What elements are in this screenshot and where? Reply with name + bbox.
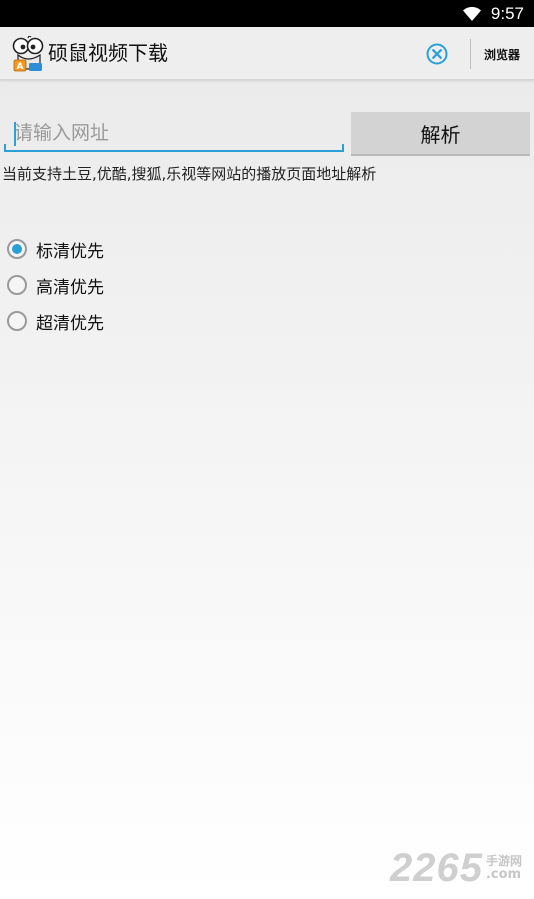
watermark-domain: .com	[485, 867, 522, 882]
radio-button-icon	[7, 275, 27, 295]
radio-hd-first[interactable]: 高清优先	[7, 267, 104, 303]
radio-button-icon	[7, 239, 27, 259]
app-title: 硕鼠视频下载	[48, 41, 168, 65]
browser-button[interactable]: 浏览器	[476, 41, 528, 67]
url-input[interactable]	[4, 110, 344, 150]
wifi-icon	[462, 6, 481, 21]
text-cursor	[14, 122, 16, 146]
action-bar-divider	[470, 39, 471, 69]
watermark-side: 手游网 .com	[486, 854, 522, 882]
radio-label: 超清优先	[36, 313, 104, 334]
status-bar: 9:57	[0, 0, 534, 27]
watermark-cn: 手游网	[485, 854, 522, 868]
clear-circle-icon	[426, 43, 448, 65]
svg-text:A: A	[17, 62, 24, 72]
radio-uhd-first[interactable]: 超清优先	[7, 303, 104, 339]
clear-url-button[interactable]	[424, 41, 450, 67]
url-input-container	[4, 110, 344, 156]
status-time: 9:57	[490, 3, 524, 23]
radio-label: 标清优先	[36, 241, 104, 262]
watermark-number: 2265	[390, 845, 483, 890]
quality-radio-group: 标清优先 高清优先 超清优先	[7, 231, 104, 339]
support-sites-text: 当前支持土豆,优酷,搜狐,乐视等网站的播放页面地址解析	[2, 165, 377, 183]
input-underline-right-tick	[342, 144, 344, 152]
mouse-logo-icon: A	[12, 36, 44, 72]
parse-button[interactable]: 解析	[351, 112, 530, 156]
action-bar: A 硕鼠视频下载 浏览器	[0, 27, 534, 80]
radio-label: 高清优先	[36, 277, 104, 298]
input-underline-left-tick	[4, 144, 6, 152]
radio-sd-first[interactable]: 标清优先	[7, 231, 104, 267]
radio-button-icon	[7, 311, 27, 331]
watermark-logo: 2265 手游网 .com	[390, 845, 530, 891]
input-underline	[4, 150, 344, 152]
